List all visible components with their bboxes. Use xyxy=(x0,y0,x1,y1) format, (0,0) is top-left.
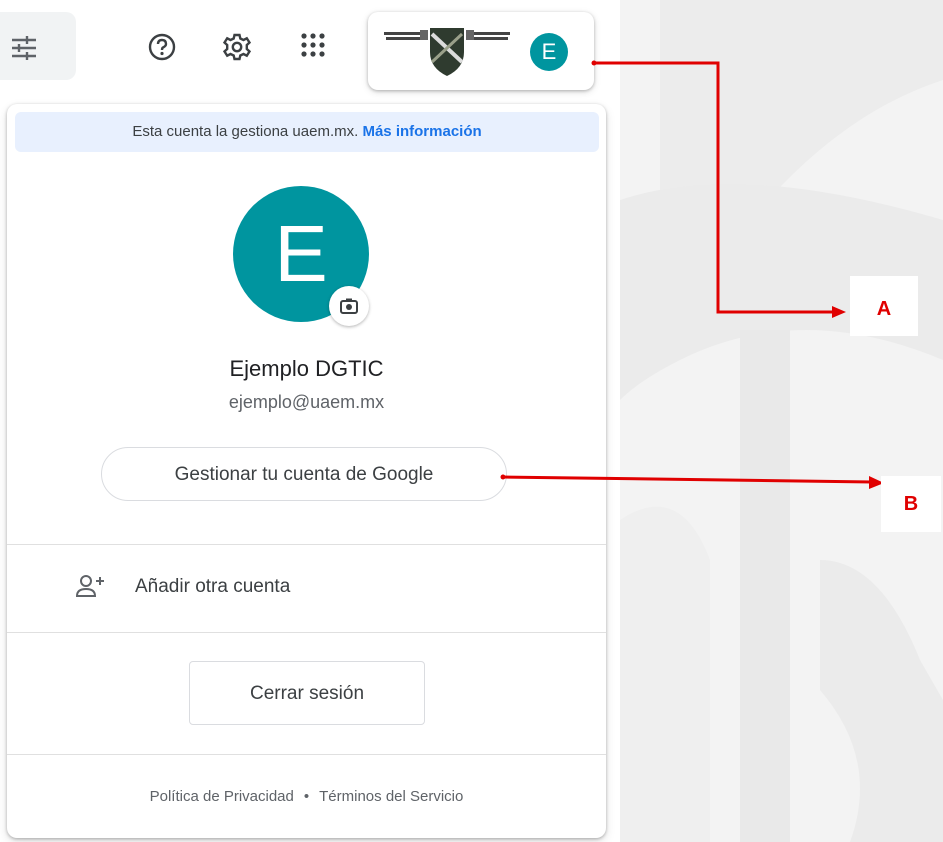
annotation-label-a: A xyxy=(850,276,918,336)
annotation-label-b: B xyxy=(881,476,941,532)
annotation-arrows xyxy=(500,60,884,489)
